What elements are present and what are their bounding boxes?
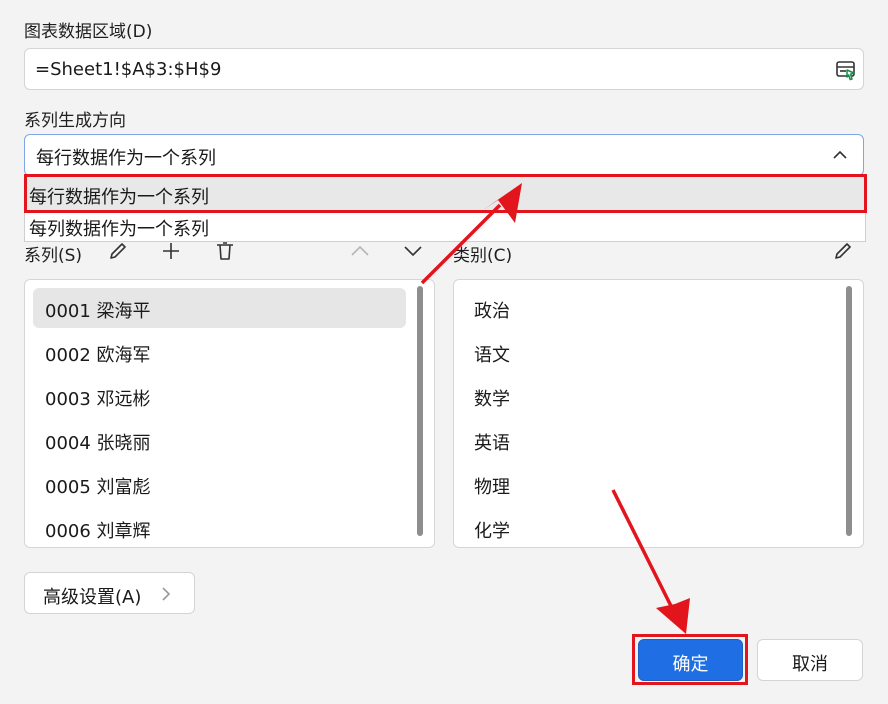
category-list-item[interactable]: 语文: [462, 332, 835, 372]
edit-category-icon[interactable]: [832, 240, 854, 262]
cancel-button[interactable]: 取消: [757, 639, 863, 681]
edit-series-icon[interactable]: [107, 240, 129, 262]
data-range-value: =Sheet1!$A$3:$H$9: [35, 59, 222, 80]
annotation-highlight-ok: [632, 634, 748, 685]
category-list[interactable]: 政治 语文 数学 英语 物理 化学: [453, 279, 864, 548]
series-panel-label: 系列(S): [24, 246, 83, 266]
category-panel-label: 类别(C): [453, 246, 513, 266]
series-direction-value: 每行数据作为一个系列: [36, 148, 216, 169]
series-scrollbar[interactable]: [417, 286, 423, 536]
move-down-icon[interactable]: [402, 241, 424, 261]
series-direction-select[interactable]: 每行数据作为一个系列: [24, 134, 864, 176]
category-list-item[interactable]: 物理: [462, 464, 835, 504]
series-list-item[interactable]: 0004 张晓丽: [33, 420, 406, 460]
series-list-item[interactable]: 0001 梁海平: [33, 288, 406, 328]
advanced-settings-label: 高级设置(A): [43, 587, 142, 608]
category-list-item[interactable]: 数学: [462, 376, 835, 416]
category-scrollbar[interactable]: [846, 286, 852, 536]
data-range-field[interactable]: =Sheet1!$A$3:$H$9: [24, 48, 864, 90]
range-select-icon[interactable]: [835, 59, 857, 81]
cancel-button-label: 取消: [792, 654, 828, 675]
delete-series-icon[interactable]: [214, 240, 236, 262]
series-list-item[interactable]: 0006 刘章辉: [33, 508, 406, 547]
option-by-column[interactable]: 每列数据作为一个系列: [25, 209, 865, 243]
category-list-item[interactable]: 英语: [462, 420, 835, 460]
series-direction-label: 系列生成方向: [24, 111, 126, 131]
chevron-up-icon: [833, 150, 847, 159]
series-list-item[interactable]: 0003 邓远彬: [33, 376, 406, 416]
advanced-settings-button[interactable]: 高级设置(A): [24, 572, 195, 614]
arrow-head-ok: [656, 598, 690, 634]
category-list-item[interactable]: 化学: [462, 508, 835, 547]
add-series-icon[interactable]: [160, 240, 182, 262]
category-list-item[interactable]: 政治: [462, 288, 835, 328]
chevron-right-icon: [162, 587, 171, 601]
annotation-highlight-option: [24, 174, 867, 213]
series-list-item[interactable]: 0002 欧海军: [33, 332, 406, 372]
series-list-item[interactable]: 0005 刘富彪: [33, 464, 406, 504]
series-list[interactable]: 0001 梁海平 0002 欧海军 0003 邓远彬 0004 张晓丽 0005…: [24, 279, 435, 548]
data-range-label: 图表数据区域(D): [24, 22, 153, 42]
move-up-icon[interactable]: [349, 241, 371, 261]
